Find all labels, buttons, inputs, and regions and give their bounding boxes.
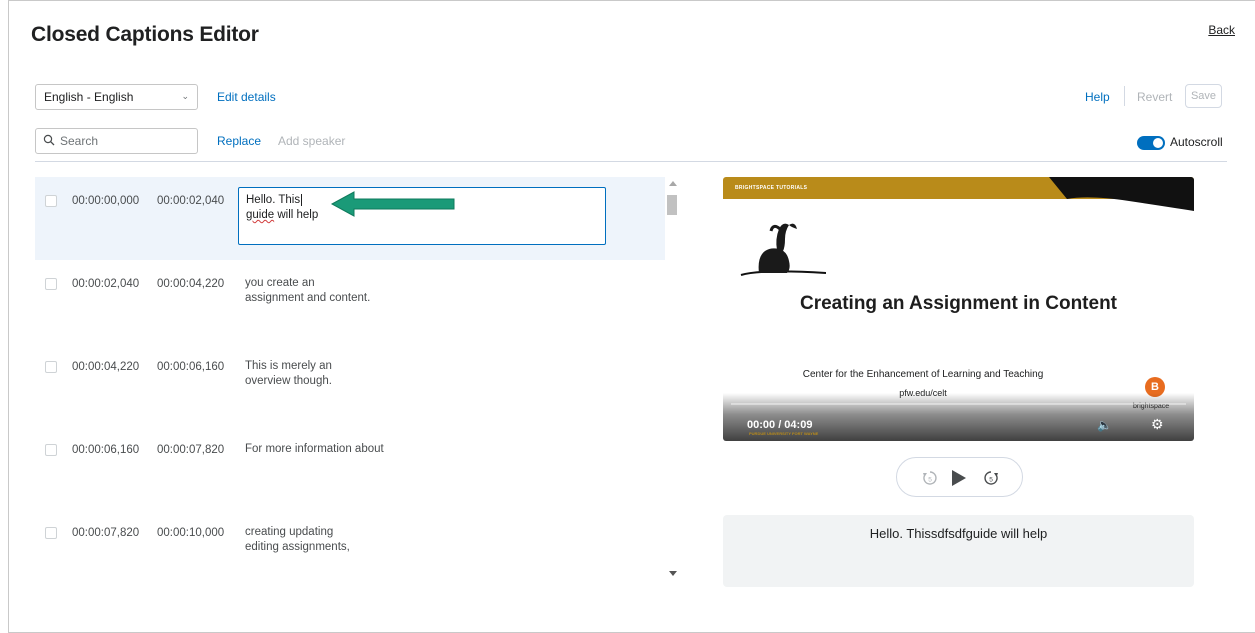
caption-end-time[interactable]: 00:00:04,220 xyxy=(157,278,224,290)
mastodon-logo-icon xyxy=(740,223,826,276)
caption-text: Hello. This guide will help xyxy=(246,193,318,223)
replace-button[interactable]: Replace xyxy=(217,134,261,148)
caption-checkbox[interactable] xyxy=(45,444,57,456)
rewind-icon[interactable]: 5 xyxy=(921,469,939,487)
gear-icon[interactable]: ⚙ xyxy=(1151,416,1164,433)
language-select[interactable]: English - English ⌄ xyxy=(35,84,198,110)
caption-checkbox[interactable] xyxy=(45,195,57,207)
caption-text[interactable]: This is merely an overview though. xyxy=(245,359,332,389)
toolbar-divider xyxy=(1124,86,1125,106)
caption-end-time[interactable]: 00:00:06,160 xyxy=(157,361,224,373)
caption-text[interactable]: For more information about xyxy=(245,442,384,457)
fast-forward-icon[interactable]: 5 xyxy=(982,469,1000,487)
autoscroll-toggle[interactable] xyxy=(1137,136,1165,150)
caption-text-line1: Hello. This xyxy=(246,194,301,206)
help-link[interactable]: Help xyxy=(1085,90,1110,104)
svg-text:5: 5 xyxy=(928,477,932,484)
volume-icon[interactable]: 🔈 xyxy=(1097,418,1112,432)
add-speaker-button[interactable]: Add speaker xyxy=(278,134,345,148)
video-time: 00:00 / 04:09 xyxy=(747,419,813,431)
caption-text[interactable]: creating updating editing assignments, xyxy=(245,525,350,555)
caption-start-time[interactable]: 00:00:00,000 xyxy=(72,195,139,207)
page-title: Closed Captions Editor xyxy=(31,23,259,46)
caption-end-time[interactable]: 00:00:10,000 xyxy=(157,527,224,539)
caption-row[interactable]: 00:00:04,220 00:00:06,160 This is merely… xyxy=(35,343,665,426)
scroll-up-icon[interactable] xyxy=(669,181,677,186)
language-selected-value: English - English xyxy=(44,90,134,104)
video-header-swoosh xyxy=(1049,177,1194,211)
caption-row[interactable]: 00:00:07,820 00:00:10,000 creating updat… xyxy=(35,509,665,592)
save-button[interactable]: Save xyxy=(1185,84,1222,108)
autoscroll-label: Autoscroll xyxy=(1170,135,1223,149)
scroll-thumb[interactable] xyxy=(667,195,677,215)
caption-end-time[interactable]: 00:00:07,820 xyxy=(157,444,224,456)
caption-start-time[interactable]: 00:00:07,820 xyxy=(72,527,139,539)
video-band-label: BRIGHTSPACE TUTORIALS xyxy=(735,185,808,191)
caption-checkbox[interactable] xyxy=(45,361,57,373)
play-icon[interactable] xyxy=(952,470,966,486)
caption-start-time[interactable]: 00:00:06,160 xyxy=(72,444,139,456)
caption-row[interactable]: 00:00:02,040 00:00:04,220 you create an … xyxy=(35,260,665,343)
caption-preview-text: Hello. Thissdfsdfguide will help xyxy=(869,526,1048,541)
scroll-down-icon[interactable] xyxy=(669,571,677,576)
caption-text[interactable]: you create an assignment and content. xyxy=(245,276,370,306)
back-link[interactable]: Back xyxy=(1208,23,1235,37)
caption-row[interactable]: 00:00:06,160 00:00:07,820 For more infor… xyxy=(35,426,665,509)
text-cursor xyxy=(301,194,303,206)
svg-text:5: 5 xyxy=(989,477,993,484)
annotation-arrow-icon xyxy=(330,191,455,217)
caption-end-time[interactable]: 00:00:02,040 xyxy=(157,195,224,207)
toggle-knob xyxy=(1153,138,1163,148)
search-placeholder: Search xyxy=(60,134,99,148)
video-subtitle: Center for the Enhancement of Learning a… xyxy=(802,369,1044,380)
video-progress-bar[interactable] xyxy=(731,403,1186,405)
pfw-footer-text: PURDUE UNIVERSITY FORT WAYNE xyxy=(749,431,819,436)
caption-preview: Hello. Thissdfsdfguide will help xyxy=(723,515,1194,587)
caption-start-time[interactable]: 00:00:02,040 xyxy=(72,278,139,290)
video-player[interactable]: BRIGHTSPACE TUTORIALS Creating an Assign… xyxy=(723,177,1194,441)
caption-text-line2: will help xyxy=(274,209,319,221)
playback-controls: 5 5 xyxy=(896,457,1023,497)
caption-list-scrollbar[interactable] xyxy=(665,177,681,592)
edit-details-link[interactable]: Edit details xyxy=(217,90,276,104)
search-icon xyxy=(43,134,55,146)
video-title: Creating an Assignment in Content xyxy=(799,293,1118,314)
caption-list: 00:00:00,000 00:00:02,040 Hello. This gui… xyxy=(35,177,665,592)
chevron-down-icon: ⌄ xyxy=(181,91,189,101)
divider xyxy=(35,161,1227,162)
caption-checkbox[interactable] xyxy=(45,527,57,539)
revert-button[interactable]: Revert xyxy=(1137,90,1172,104)
caption-checkbox[interactable] xyxy=(45,278,57,290)
caption-start-time[interactable]: 00:00:04,220 xyxy=(72,361,139,373)
misspelled-word: guide xyxy=(246,209,275,221)
search-input[interactable]: Search xyxy=(35,128,198,154)
